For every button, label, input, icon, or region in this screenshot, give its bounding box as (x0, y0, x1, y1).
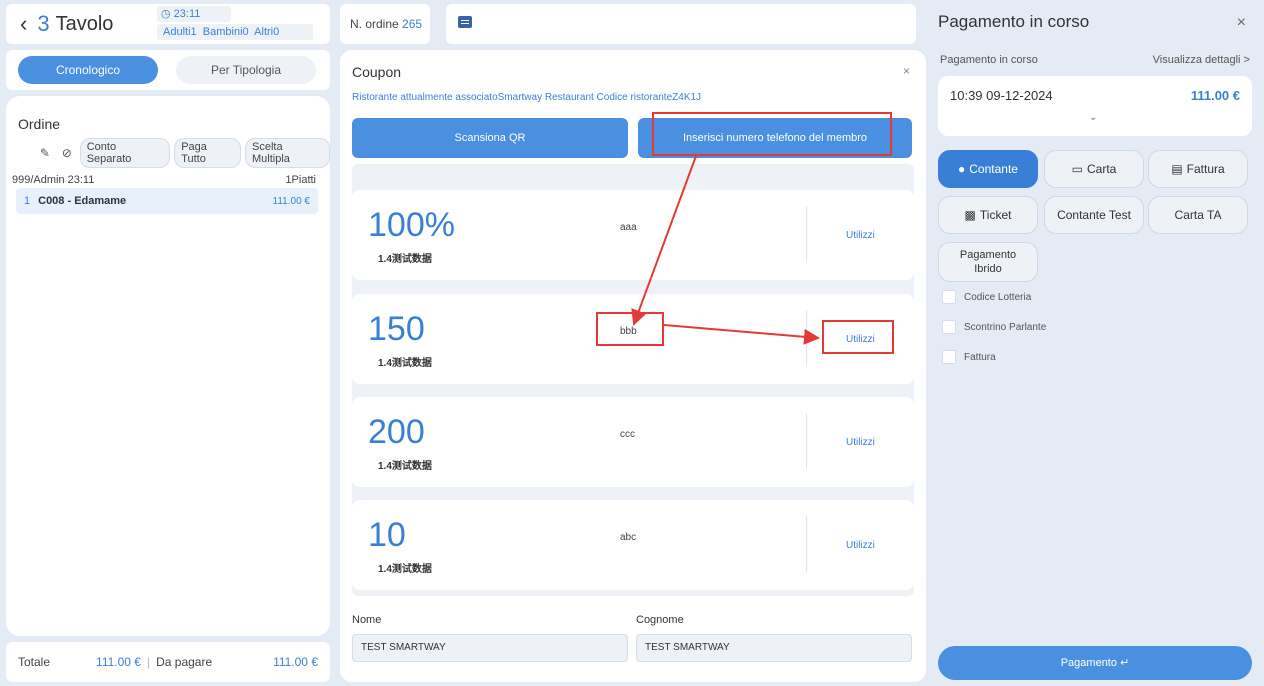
chevron-down-icon[interactable]: ⌄ (1089, 112, 1097, 123)
hybrid-payment-button[interactable]: Pagamento Ibrido (938, 242, 1038, 282)
left-panel: ‹ 3 Tavolo ◷ 23:11 Adulti1 Bambini0 Altr… (0, 0, 330, 686)
use-coupon-button[interactable]: Utilizzi (846, 437, 875, 448)
list-item[interactable]: 1 C008 - Edamame 111.00 € (16, 188, 318, 214)
coupon-value: 10 (368, 516, 406, 554)
table-header: ‹ 3 Tavolo ◷ 23:11 Adulti1 Bambini0 Altr… (6, 4, 330, 44)
coupon-name: aaa (620, 222, 637, 233)
close-icon[interactable]: × (1237, 14, 1246, 32)
card-button[interactable]: ▭ Carta (1044, 150, 1144, 188)
coupon-value: 100% (368, 206, 455, 244)
payment-amount: 111.00 € (1190, 88, 1240, 103)
coupon-value: 200 (368, 413, 425, 451)
divider (806, 310, 807, 366)
table-label: Tavolo (55, 12, 114, 35)
coupon-list[interactable]: 100% 1.4测试数据 aaa Utilizzi 150 1.4测试数据 bb… (352, 164, 914, 596)
chevron-left-icon[interactable]: ‹ (20, 13, 27, 35)
last-name-field[interactable]: TEST SMARTWAY (636, 634, 912, 662)
coupon-title: Coupon (352, 64, 402, 80)
cash-button[interactable]: ● Contante (938, 150, 1038, 188)
coin-icon: ● (958, 162, 966, 176)
credit-card-icon: ▭ (1071, 162, 1083, 176)
pay-all-button[interactable]: Paga Tutto (174, 138, 241, 168)
use-coupon-button[interactable]: Utilizzi (846, 230, 875, 241)
ticket-icon: ▩ (964, 208, 976, 222)
coupon-description: 1.4测试数据 (378, 461, 432, 472)
document-icon: ▤ (1171, 162, 1183, 176)
order-toolbar: ✎ ⊘ Conto Separato Paga Tutto Scelta Mul… (36, 138, 330, 168)
checkbox[interactable] (942, 350, 956, 364)
divider (806, 206, 807, 262)
coupon-name: abc (620, 532, 637, 543)
payment-title: Pagamento in corso (938, 12, 1090, 31)
divider (806, 413, 807, 469)
payment-summary[interactable]: 10:39 09-12-2024 111.00 € ⌄ (938, 76, 1252, 136)
annotation-box (822, 320, 894, 354)
payment-subtitle: Pagamento in corso (940, 54, 1038, 66)
annotation-box (652, 112, 892, 156)
coupon-value: 150 (368, 310, 425, 348)
message-icon[interactable] (458, 16, 472, 28)
eye-off-icon[interactable]: ⊘ (58, 146, 76, 160)
talking-receipt-option[interactable]: Scontrino Parlante (942, 320, 1046, 334)
close-icon[interactable]: × (903, 64, 910, 78)
order-card: Ordine ✎ ⊘ Conto Separato Paga Tutto Sce… (6, 96, 330, 636)
checkbox[interactable] (942, 320, 956, 334)
clock-icon: ◷ (161, 8, 171, 20)
last-name-label: Cognome (636, 614, 684, 626)
totals-bar: Totale 111.00 € | Da pagare 111.00 € (6, 642, 330, 682)
ticket-button[interactable]: ▩ Ticket (938, 196, 1038, 234)
card-ta-button[interactable]: Carta TA (1148, 196, 1248, 234)
divider (806, 516, 807, 572)
payment-panel: Pagamento in corso × Pagamento in corso … (926, 0, 1264, 686)
first-name-field[interactable]: TEST SMARTWAY (352, 634, 628, 662)
guest-info: ◷ 23:11 Adulti1 Bambini0 Altri0 (153, 6, 313, 40)
cash-test-button[interactable]: Contante Test (1044, 196, 1144, 234)
payment-datetime: 10:39 09-12-2024 (950, 88, 1053, 103)
checkbox[interactable] (942, 290, 956, 304)
order-number: N. ordine 265 (340, 4, 430, 44)
pay-button[interactable]: Pagamento ↵ (938, 646, 1252, 680)
coupon-description: 1.4测试数据 (378, 358, 432, 369)
table-number: 3 (37, 11, 50, 36)
coupon-card: 100% 1.4测试数据 aaa Utilizzi (352, 190, 914, 280)
note-bar[interactable] (446, 4, 916, 44)
coupon-card: 10 1.4测试数据 abc Utilizzi (352, 500, 914, 590)
coupon-description: 1.4测试数据 (378, 254, 432, 265)
restaurant-info: Ristorante attualmente associatoSmartway… (352, 92, 702, 103)
scan-qr-button[interactable]: Scansiona QR (352, 118, 628, 158)
multiple-choice-button[interactable]: Scelta Multipla (245, 138, 330, 168)
order-time: ◷ 23:11 (157, 6, 231, 22)
use-coupon-button[interactable]: Utilizzi (846, 540, 875, 551)
first-name-label: Nome (352, 614, 382, 626)
guest-counts: Adulti1 Bambini0 Altri0 (157, 24, 313, 40)
coupon-name: ccc (620, 429, 635, 440)
split-bill-button[interactable]: Conto Separato (79, 138, 171, 168)
coupon-description: 1.4测试数据 (378, 564, 432, 575)
order-title: Ordine (18, 116, 61, 132)
tab-by-type[interactable]: Per Tipologia (176, 56, 316, 84)
order-tabs: Cronologico Per Tipologia (6, 50, 330, 90)
view-details-link[interactable]: Visualizza dettagli > (1153, 54, 1250, 66)
pencil-icon[interactable]: ✎ (36, 146, 54, 160)
invoice-button[interactable]: ▤ Fattura (1148, 150, 1248, 188)
order-meta: 999/Admin 23:11 1Piatti (12, 174, 316, 186)
coupon-card: 200 1.4测试数据 ccc Utilizzi (352, 397, 914, 487)
lottery-code-option[interactable]: Codice Lotteria (942, 290, 1031, 304)
annotation-box (596, 312, 664, 346)
invoice-option[interactable]: Fattura (942, 350, 996, 364)
tab-chronological[interactable]: Cronologico (18, 56, 158, 84)
